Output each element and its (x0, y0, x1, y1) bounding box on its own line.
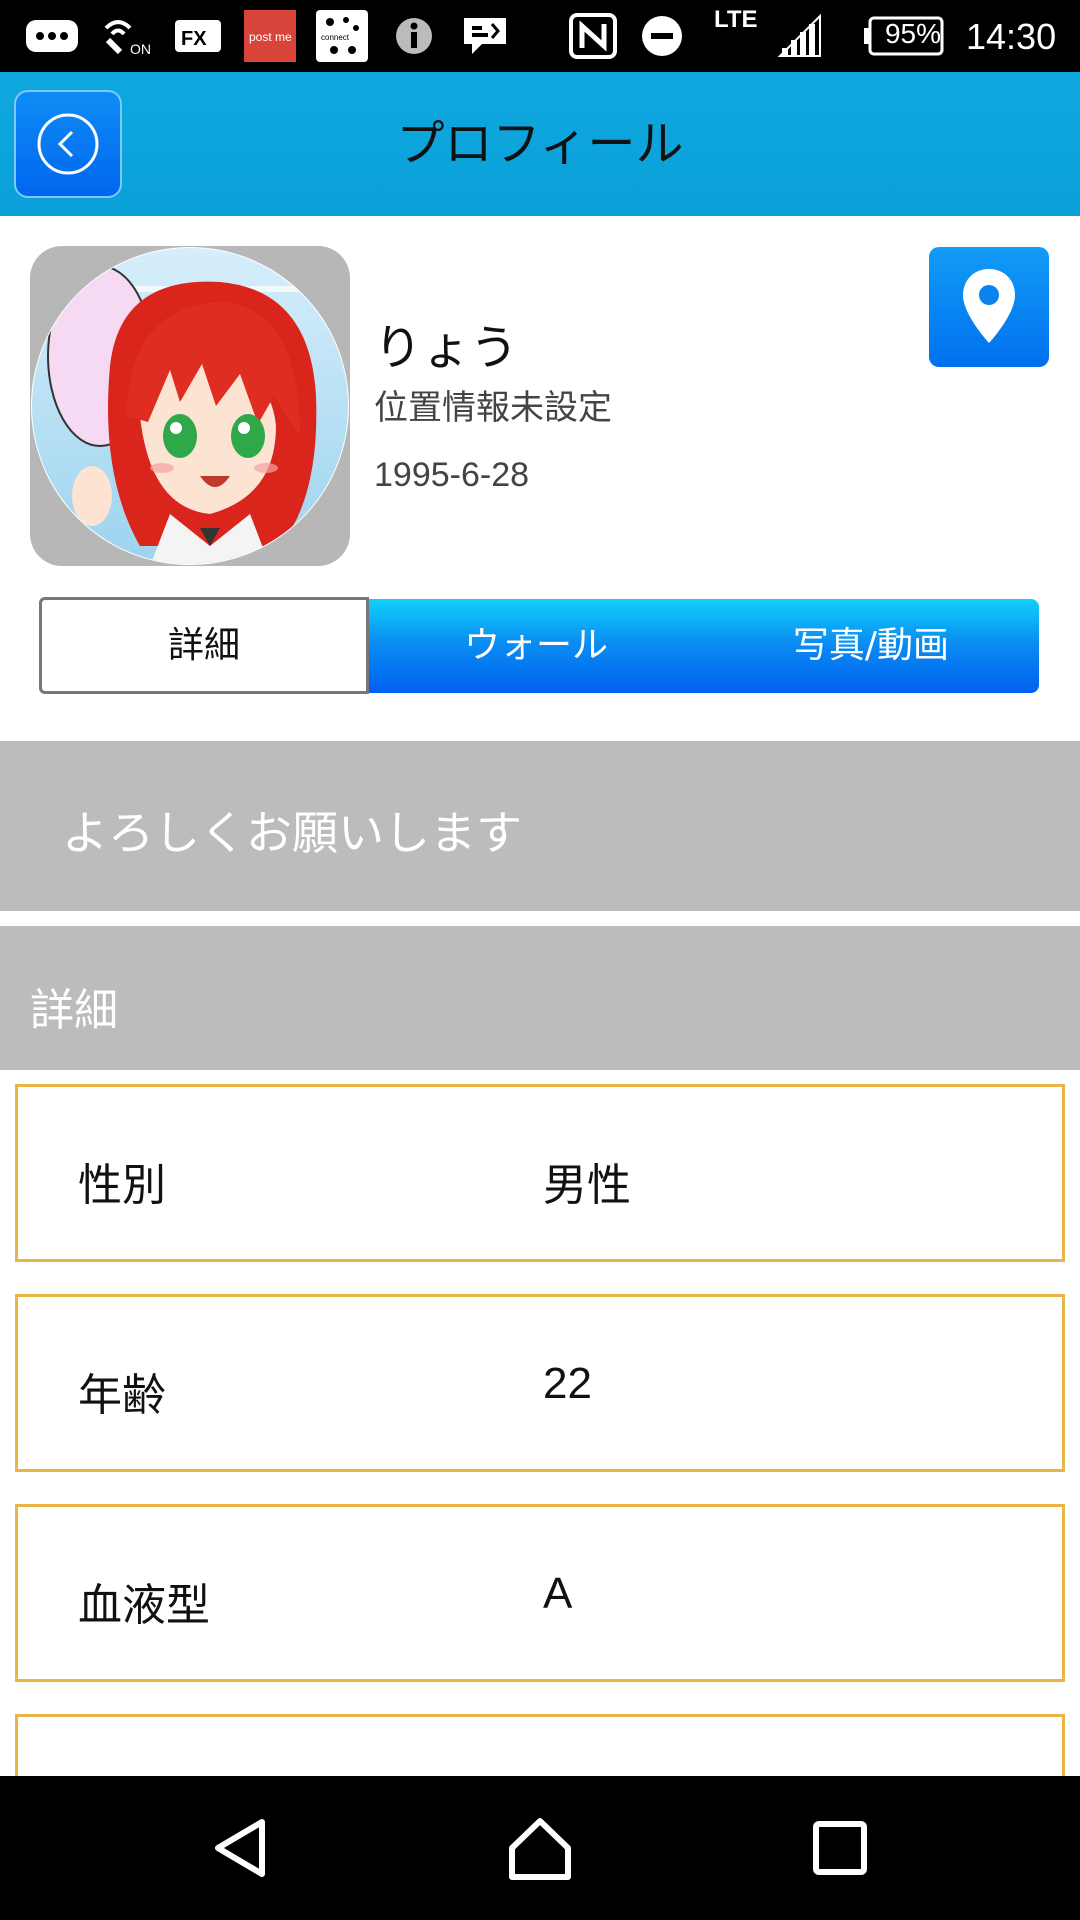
detail-value: 22 (543, 1359, 592, 1408)
battery-percent: 95% (884, 18, 942, 49)
detail-value: 男性 (543, 1161, 631, 1210)
svg-text:post me: post me (249, 30, 292, 44)
nav-recents-button[interactable] (795, 1803, 885, 1893)
profile-location: 位置情報未設定 (374, 388, 612, 428)
navigation-bar (0, 1776, 1080, 1920)
details-section-header: 詳細 (0, 926, 1080, 1070)
greeting-panel: よろしくお願いします (0, 741, 1080, 911)
signal-icon (776, 14, 824, 58)
svg-text:FX: FX (181, 28, 207, 50)
avatar[interactable] (30, 246, 350, 566)
svg-text:ON: ON (130, 41, 151, 57)
detail-row-blood-type: 血液型 A (15, 1504, 1065, 1682)
back-triangle-icon (215, 1819, 265, 1877)
chevron-left-circle-icon (37, 113, 99, 175)
detail-value: A (543, 1569, 573, 1618)
clock: 14:30 (966, 16, 1057, 57)
detail-label: 年齢 (78, 1370, 166, 1421)
detail-label: 性別 (78, 1160, 166, 1211)
page-title: プロフィール (396, 116, 684, 172)
tab-bar: 詳細 ウォール 写真/動画 (39, 597, 1039, 694)
map-button[interactable] (929, 247, 1049, 367)
tab-photos-videos[interactable]: 写真/動画 (703, 597, 1039, 694)
detail-row-age: 年齢 22 (15, 1294, 1065, 1472)
recents-icon (813, 1821, 867, 1875)
app-header: プロフィール (0, 72, 1080, 216)
nfc-icon (568, 13, 618, 59)
status-bar: ON FX post me connect LTE 95% 14:30 (0, 0, 1080, 72)
avatar-image (31, 247, 349, 565)
connect-app-icon: connect (316, 10, 368, 62)
wifi-calling-icon: ON (100, 14, 160, 58)
postme-app-icon: post me (244, 10, 296, 62)
profile-birthdate: 1995-6-28 (374, 456, 530, 494)
map-pin-icon (963, 269, 1015, 343)
greeting-text: よろしくお願いします (62, 806, 522, 860)
svg-text:connect: connect (321, 33, 350, 42)
nav-back-button[interactable] (195, 1803, 285, 1893)
fx-app-icon: FX (174, 14, 222, 58)
tab-details[interactable]: 詳細 (39, 597, 369, 694)
home-icon (509, 1818, 571, 1880)
do-not-disturb-icon (638, 14, 686, 58)
network-type: LTE (714, 6, 758, 33)
more-icon (24, 14, 80, 58)
nav-home-button[interactable] (495, 1803, 585, 1893)
profile-name: りょう (374, 320, 519, 376)
details-section-title: 詳細 (30, 985, 118, 1036)
back-button[interactable] (14, 90, 122, 198)
detail-row-partial (15, 1714, 1065, 1776)
info-icon (392, 14, 436, 58)
detail-label: 血液型 (78, 1580, 210, 1631)
message-icon (460, 14, 510, 58)
detail-row-gender: 性別 男性 (15, 1084, 1065, 1262)
tab-wall[interactable]: ウォール (369, 597, 703, 694)
